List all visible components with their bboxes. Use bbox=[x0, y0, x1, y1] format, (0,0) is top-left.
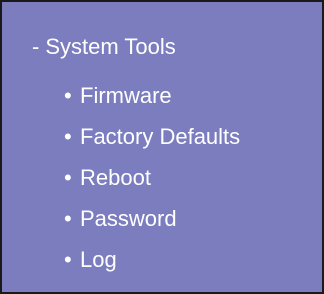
bullet-icon: • bbox=[64, 247, 72, 272]
menu-item-password[interactable]: • Password bbox=[64, 203, 240, 244]
system-tools-submenu: • Firmware • Factory Defaults • Reboot • Pas… bbox=[64, 80, 240, 285]
section-title: System Tools bbox=[45, 34, 176, 59]
bullet-icon: • bbox=[64, 83, 72, 108]
bullet-icon: • bbox=[64, 165, 72, 190]
menu-item-firmware[interactable]: • Firmware bbox=[64, 80, 240, 121]
menu-item-label[interactable]: Log bbox=[80, 247, 117, 272]
bullet-icon: • bbox=[64, 206, 72, 231]
system-tools-menu-panel: - System Tools • Firmware • Factory Default… bbox=[0, 0, 324, 294]
bullet-icon: • bbox=[64, 124, 72, 149]
system-tools-section-header[interactable]: - System Tools bbox=[32, 32, 176, 62]
collapse-toggle-icon[interactable]: - bbox=[32, 32, 39, 62]
menu-item-label[interactable]: Reboot bbox=[80, 165, 151, 190]
menu-item-factory-defaults[interactable]: • Factory Defaults bbox=[64, 121, 240, 162]
menu-item-label[interactable]: Factory Defaults bbox=[80, 124, 240, 149]
menu-item-log[interactable]: • Log bbox=[64, 244, 240, 285]
menu-item-label[interactable]: Password bbox=[80, 206, 177, 231]
menu-item-reboot[interactable]: • Reboot bbox=[64, 162, 240, 203]
menu-item-label[interactable]: Firmware bbox=[80, 83, 172, 108]
